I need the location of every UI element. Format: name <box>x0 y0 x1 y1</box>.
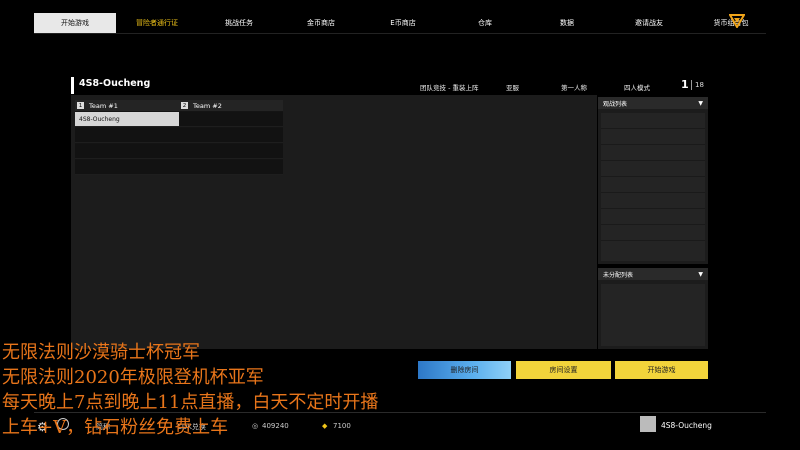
unassigned-list-header[interactable]: 未分配列表 ▼ <box>598 268 708 280</box>
team-label: Team #2 <box>193 101 222 110</box>
count-divider <box>691 80 692 90</box>
nav-divider <box>34 33 766 34</box>
triangle-logo-icon[interactable] <box>729 14 745 28</box>
player-slot[interactable] <box>179 128 283 143</box>
squad-mode-label: 四人模式 <box>624 84 650 92</box>
chevron-down-icon[interactable]: ▼ <box>698 271 703 278</box>
server-label: 亚服 <box>506 84 519 92</box>
team-number: 1 <box>77 102 84 109</box>
caption-line: 无限法则沙漠骑士杯冠军 <box>2 342 200 363</box>
player-slot[interactable] <box>75 128 179 143</box>
tab-adventure-pass[interactable]: 冒险者通行证 <box>116 13 198 33</box>
tab-start-game[interactable]: 开始游戏 <box>34 13 116 33</box>
top-nav: 开始游戏 冒险者通行证 挑战任务 金币商店 E币商店 仓库 数据 邀请战友 货币… <box>34 13 772 33</box>
player-slot[interactable] <box>179 144 283 159</box>
unassigned-list-title: 未分配列表 <box>603 271 634 279</box>
tab-ecoin-shop[interactable]: E币商店 <box>362 13 444 33</box>
avatar[interactable] <box>640 416 656 432</box>
player-slot[interactable] <box>179 160 283 175</box>
tab-challenges[interactable]: 挑战任务 <box>198 13 280 33</box>
caption-line: 每天晚上7点到晚上11点直播，白天不定时开播 <box>2 392 379 413</box>
stream-captions: 无限法则沙漠骑士杯冠军 无限法则2020年极限登机杯亚军 每天晚上7点到晚上11… <box>2 340 378 440</box>
caption-line: 上车+V，钻石粉丝免费上车 <box>2 417 229 438</box>
spectator-list: 观战列表 ▼ <box>598 97 708 264</box>
team-panel: 1 Team #1 4S8-Oucheng 2 Team #2 <box>71 95 597 349</box>
room-title: 4S8-Oucheng <box>79 78 151 89</box>
team-header[interactable]: 2 Team #2 <box>179 100 283 111</box>
player-slot[interactable] <box>75 160 179 175</box>
team-label: Team #1 <box>89 101 118 110</box>
tab-coin-shop[interactable]: 金币商店 <box>280 13 362 33</box>
team-card: 1 Team #1 4S8-Oucheng <box>75 100 179 175</box>
caption-line: 无限法则2020年极限登机杯亚军 <box>2 367 264 388</box>
room-header: 4S8-Oucheng 团队竞技 - 重装上阵 亚服 第一人称 四人模式 1 1… <box>71 77 708 94</box>
tab-stats[interactable]: 数据 <box>526 13 608 33</box>
perspective-label: 第一人称 <box>561 84 587 92</box>
team-number: 2 <box>181 102 188 109</box>
room-settings-button[interactable]: 房间设置 <box>516 361 611 379</box>
player-count: 1 <box>681 78 689 91</box>
team-card: 2 Team #2 <box>179 100 283 175</box>
chevron-down-icon[interactable]: ▼ <box>698 100 703 107</box>
player-slot[interactable]: 4S8-Oucheng <box>75 112 179 127</box>
team-header[interactable]: 1 Team #1 <box>75 100 179 111</box>
tab-warehouse[interactable]: 仓库 <box>444 13 526 33</box>
game-mode-label: 团队竞技 - 重装上阵 <box>420 84 479 92</box>
spectator-list-title: 观战列表 <box>603 100 628 108</box>
player-slot[interactable] <box>75 144 179 159</box>
unassigned-list-body <box>601 284 705 346</box>
header-accent-bar <box>71 77 74 94</box>
start-game-button[interactable]: 开始游戏 <box>615 361 708 379</box>
unassigned-list: 未分配列表 ▼ <box>598 268 708 349</box>
spectator-list-body <box>601 113 705 261</box>
max-players: 18 <box>695 81 704 89</box>
profile-name[interactable]: 4S8-Oucheng <box>661 421 712 430</box>
tab-invite-friends[interactable]: 邀请战友 <box>608 13 690 33</box>
spectator-list-header[interactable]: 观战列表 ▼ <box>598 97 708 109</box>
player-slot[interactable] <box>179 112 283 127</box>
delete-room-button[interactable]: 删除房间 <box>418 361 511 379</box>
